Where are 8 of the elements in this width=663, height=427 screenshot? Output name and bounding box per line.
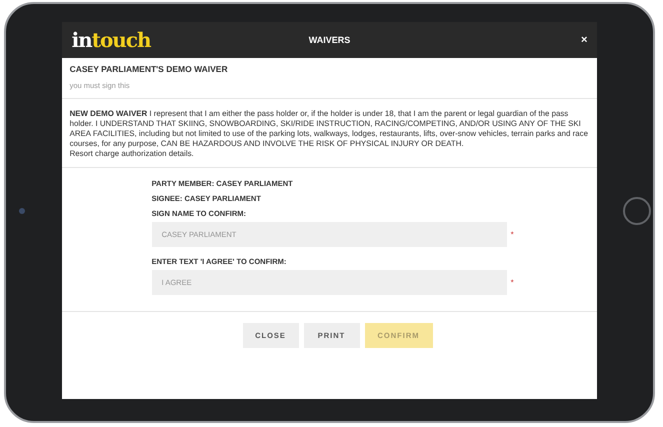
logo: intouch — [72, 28, 151, 52]
required-mark: * — [510, 278, 514, 287]
waiver-title: CASEY PARLIAMENT'S DEMO WAIVER — [70, 64, 229, 74]
home-button[interactable] — [623, 196, 652, 224]
camera-icon — [18, 208, 25, 214]
window-title: WAIVERS — [308, 35, 350, 45]
close-button[interactable]: × — [581, 34, 588, 46]
required-mark: * — [510, 230, 514, 239]
